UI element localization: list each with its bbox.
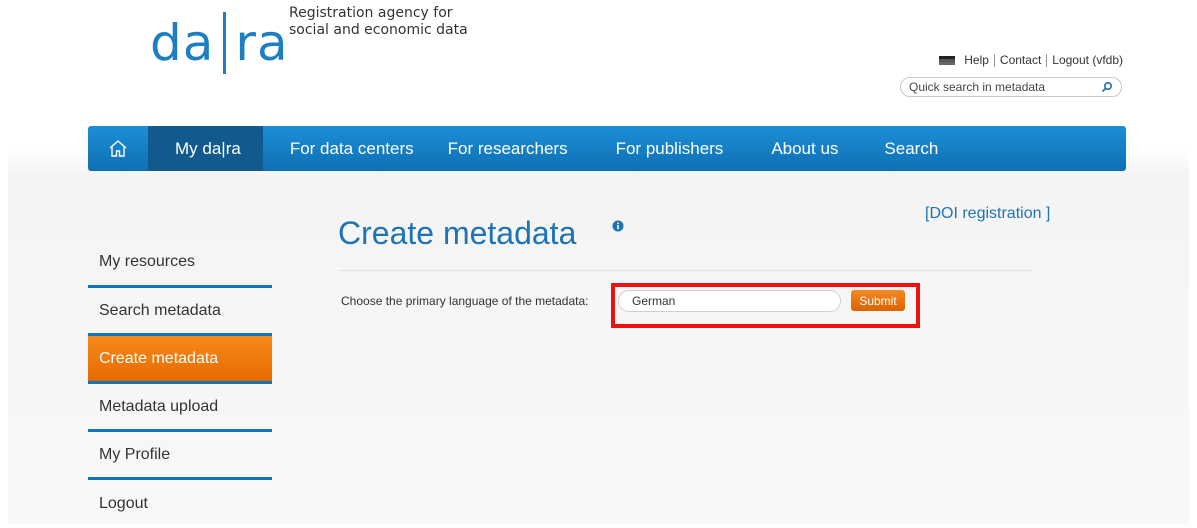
link-separator: [1046, 53, 1048, 67]
language-flag-icon[interactable]: [939, 55, 956, 65]
link-separator: [993, 53, 995, 67]
nav-about-us[interactable]: About us: [771, 126, 838, 171]
nav-for-publishers[interactable]: For publishers: [616, 126, 724, 171]
quick-search: [900, 77, 1122, 97]
home-button[interactable]: [88, 126, 148, 171]
logo-text-left: da: [150, 14, 215, 72]
dara-logo[interactable]: da ra: [150, 8, 289, 78]
sidebar-item-search-metadata[interactable]: Search metadata: [88, 288, 272, 336]
sidebar-item-my-profile[interactable]: My Profile: [88, 432, 272, 480]
logo-text-right: ra: [235, 14, 289, 72]
page-title: Create metadata: [338, 215, 577, 251]
sidebar: My resources Search metadata Create meta…: [88, 238, 272, 528]
logout-link[interactable]: Logout (vfdb): [1052, 53, 1123, 67]
main-navigation: My da|ra For data centers For researcher…: [88, 126, 1126, 171]
sidebar-item-metadata-upload[interactable]: Metadata upload: [88, 384, 272, 432]
search-input[interactable]: [901, 79, 1091, 95]
top-links: Help Contact Logout (vfdb): [939, 53, 1123, 67]
sidebar-item-my-resources[interactable]: My resources: [88, 238, 272, 288]
nav-my-dara[interactable]: My da|ra: [148, 126, 263, 171]
info-icon[interactable]: [612, 220, 624, 232]
search-icon[interactable]: [1101, 81, 1113, 93]
nav-for-data-centers[interactable]: For data centers: [290, 126, 414, 171]
sidebar-item-create-metadata[interactable]: Create metadata: [88, 336, 272, 384]
tagline-line-2: social and economic data: [289, 22, 468, 38]
primary-language-label: Choose the primary language of the metad…: [341, 294, 589, 308]
contact-link[interactable]: Contact: [1000, 53, 1041, 67]
logo-divider: [223, 12, 227, 74]
home-icon: [109, 140, 127, 157]
tagline-line-1: Registration agency for: [289, 5, 453, 21]
tagline: Registration agency for social and econo…: [289, 5, 468, 39]
title-divider: [338, 270, 1032, 271]
doi-registration-link[interactable]: [DOI registration ]: [925, 205, 1050, 223]
sidebar-item-logout[interactable]: Logout: [88, 480, 272, 528]
nav-for-researchers[interactable]: For researchers: [448, 126, 568, 171]
help-link[interactable]: Help: [964, 53, 989, 67]
nav-search[interactable]: Search: [884, 126, 938, 171]
highlight-box: [611, 283, 920, 328]
